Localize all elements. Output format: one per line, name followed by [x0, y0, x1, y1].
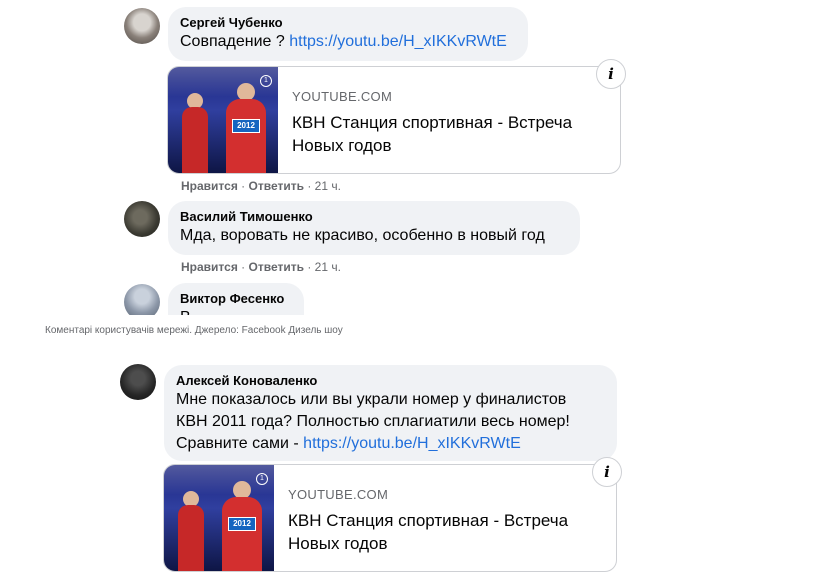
plate-number: 2012	[228, 517, 256, 531]
comment-text-line: Мне показалось или вы украли номер у фин…	[176, 391, 567, 408]
comment-bubble: Алексей Коноваленко Мне показалось или в…	[164, 365, 617, 461]
like-button[interactable]: Нравится	[181, 179, 238, 193]
video-thumbnail[interactable]: 2012 1	[164, 465, 274, 571]
link-preview-card[interactable]: 2012 1 YOUTUBE.COM КВН Станция спортивна…	[163, 464, 617, 572]
comment-bubble: Виктор Фесенко В	[168, 283, 304, 315]
video-thumbnail[interactable]: 2012 1	[168, 67, 278, 173]
card-title[interactable]: КВН Станция спортивная - Встреча Новых г…	[292, 111, 612, 157]
comment-text-line: КВН 2011 года? Полностью сплагиатили вес…	[176, 413, 570, 430]
info-icon[interactable]: i	[592, 457, 622, 487]
comment-link[interactable]: https://youtu.be/H_xIKKvRWtE	[303, 435, 521, 452]
avatar[interactable]	[120, 364, 156, 400]
comment-author[interactable]: Сергей Чубенко	[180, 15, 516, 31]
timestamp[interactable]: 21 ч.	[315, 260, 341, 274]
timestamp[interactable]: 21 ч.	[315, 179, 341, 193]
card-source: YOUTUBE.COM	[288, 487, 389, 502]
avatar[interactable]	[124, 201, 160, 237]
info-icon[interactable]: i	[596, 59, 626, 89]
comment-author[interactable]: Виктор Фесенко	[180, 291, 292, 307]
comment-text-line: Сравните сами - https://youtu.be/H_xIKKv…	[176, 435, 521, 452]
cropped-comment: Виктор Фесенко В	[0, 280, 818, 315]
avatar[interactable]	[124, 8, 160, 44]
plate-number: 2012	[232, 119, 260, 133]
comment-link[interactable]: https://youtu.be/H_xIKKvRWtE	[289, 33, 507, 50]
comment-bubble: Василий Тимошенко Мда, воровать не краси…	[168, 201, 580, 255]
comment-text: Мда, воровать не красиво, особенно в нов…	[180, 227, 545, 244]
comment-text: В	[180, 307, 292, 315]
like-button[interactable]: Нравится	[181, 260, 238, 274]
link-preview-card[interactable]: 2012 1 YOUTUBE.COM КВН Станция спортивна…	[167, 66, 621, 174]
comment-actions: Нравится · Ответить · 21 ч.	[181, 260, 341, 274]
image-caption: Коментарі користувачів мережі. Джерело: …	[45, 325, 343, 336]
reply-button[interactable]: Ответить	[249, 179, 304, 193]
comment-actions: Нравится · Ответить · 21 ч.	[181, 179, 341, 193]
comment-author[interactable]: Василий Тимошенко	[180, 209, 568, 225]
reply-button[interactable]: Ответить	[249, 260, 304, 274]
comment-bubble: Сергей Чубенко Совпадение ? https://yout…	[168, 7, 528, 61]
comment-author[interactable]: Алексей Коноваленко	[176, 373, 605, 389]
comment-text: Совпадение ? https://youtu.be/H_xIKKvRWt…	[180, 33, 507, 50]
card-title[interactable]: КВН Станция спортивная - Встреча Новых г…	[288, 509, 608, 555]
avatar[interactable]	[124, 284, 160, 315]
card-source: YOUTUBE.COM	[292, 89, 393, 104]
